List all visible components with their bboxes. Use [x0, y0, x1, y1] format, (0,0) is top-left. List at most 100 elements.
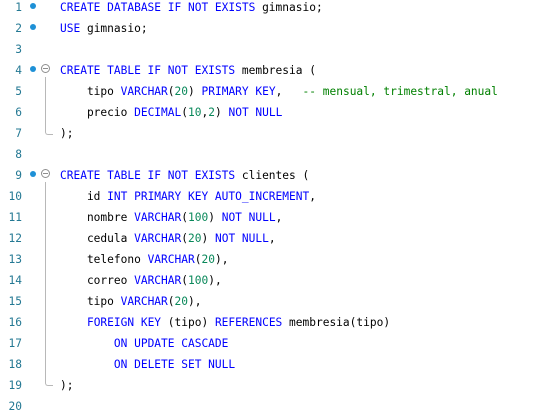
code-text[interactable]: USE gimnasio; — [60, 18, 148, 39]
code-line[interactable]: 1 CREATE DATABASE IF NOT EXISTS gimnasio; — [0, 0, 536, 18]
text-token: cedula — [60, 232, 135, 245]
keyword-token: VARCHAR — [134, 274, 182, 287]
line-number[interactable]: 9 — [0, 165, 22, 186]
breakpoint-dot-icon[interactable] — [30, 3, 36, 9]
line-number[interactable]: 15 — [0, 291, 22, 312]
code-line[interactable]: 5 tipo VARCHAR(20) PRIMARY KEY, -- mensu… — [0, 81, 536, 102]
text-token: , — [275, 85, 303, 98]
keyword-token: NOT NULL — [228, 106, 283, 119]
keyword-token: ON UPDATE CASCADE — [113, 337, 229, 350]
text-token: tipo — [60, 295, 121, 308]
line-number[interactable]: 5 — [0, 81, 22, 102]
text-token: membresia ( — [235, 64, 316, 77]
number-token: 10 — [188, 106, 202, 119]
code-line[interactable]: 16 FOREIGN KEY (tipo) REFERENCES membres… — [0, 312, 536, 333]
line-number[interactable]: 7 — [0, 123, 22, 144]
code-text[interactable]: CREATE DATABASE IF NOT EXISTS gimnasio; — [60, 0, 323, 18]
keyword-token: VARCHAR — [120, 295, 168, 308]
text-token: ( — [167, 85, 175, 98]
code-line[interactable]: 15 tipo VARCHAR(20), — [0, 291, 536, 312]
code-line[interactable]: 10 id INT PRIMARY KEY AUTO_INCREMENT, — [0, 186, 536, 207]
keyword-token: VARCHAR — [134, 211, 182, 224]
code-line[interactable]: 8 — [0, 144, 536, 165]
code-text[interactable]: FOREIGN KEY (tipo) REFERENCES membresia(… — [60, 312, 390, 333]
code-line[interactable]: 11 nombre VARCHAR(100) NOT NULL, — [0, 207, 536, 228]
line-number[interactable]: 17 — [0, 333, 22, 354]
code-line[interactable]: 6 precio DECIMAL(10,2) NOT NULL — [0, 102, 536, 123]
text-token: , — [275, 211, 283, 224]
line-number[interactable]: 20 — [0, 396, 22, 417]
text-token: ); — [60, 127, 74, 140]
keyword-token: NOT NULL — [221, 211, 276, 224]
number-token: 100 — [188, 211, 209, 224]
line-number[interactable]: 14 — [0, 270, 22, 291]
text-token: ), — [208, 274, 222, 287]
code-text[interactable]: correo VARCHAR(100), — [60, 270, 222, 291]
text-token: ( — [181, 232, 188, 245]
keyword-token: REFERENCES — [214, 316, 283, 329]
code-text[interactable]: CREATE TABLE IF NOT EXISTS membresia ( — [60, 60, 316, 81]
code-text[interactable]: ); — [60, 375, 73, 396]
text-token: ) — [188, 85, 202, 98]
code-text[interactable]: cedula VARCHAR(20) NOT NULL, — [60, 228, 276, 249]
code-line[interactable]: 19); — [0, 375, 536, 396]
fold-collapse-icon[interactable] — [41, 64, 50, 73]
line-number[interactable]: 11 — [0, 207, 22, 228]
code-text[interactable]: id INT PRIMARY KEY AUTO_INCREMENT, — [60, 186, 316, 207]
line-number[interactable]: 18 — [0, 354, 22, 375]
line-number[interactable]: 6 — [0, 102, 22, 123]
line-number[interactable]: 13 — [0, 249, 22, 270]
line-number[interactable]: 2 — [0, 18, 22, 39]
line-number[interactable]: 1 — [0, 0, 22, 18]
number-token: 100 — [188, 274, 209, 287]
text-token: gimnasio; — [255, 1, 323, 14]
breakpoint-dot-icon[interactable] — [30, 171, 36, 177]
fold-collapse-icon[interactable] — [41, 169, 50, 178]
code-line[interactable]: 3 — [0, 39, 536, 60]
keyword-token: ON DELETE SET NULL — [113, 358, 236, 371]
number-token: 20 — [174, 85, 189, 98]
code-text[interactable]: nombre VARCHAR(100) NOT NULL, — [60, 207, 282, 228]
code-line[interactable]: 9 CREATE TABLE IF NOT EXISTS clientes ( — [0, 165, 536, 186]
code-line[interactable]: 12 cedula VARCHAR(20) NOT NULL, — [0, 228, 536, 249]
code-text[interactable]: CREATE TABLE IF NOT EXISTS clientes ( — [60, 165, 309, 186]
code-line[interactable]: 18 ON DELETE SET NULL — [0, 354, 536, 375]
text-token: ) — [201, 232, 215, 245]
code-line[interactable]: 13 telefono VARCHAR(20), — [0, 249, 536, 270]
code-line[interactable]: 7); — [0, 123, 536, 144]
keyword-token: NOT NULL — [214, 232, 269, 245]
code-text[interactable]: tipo VARCHAR(20) PRIMARY KEY, -- mensual… — [60, 81, 498, 102]
sql-editor[interactable]: 1 CREATE DATABASE IF NOT EXISTS gimnasio;… — [0, 0, 536, 420]
code-text[interactable]: ON UPDATE CASCADE — [60, 333, 229, 354]
line-number[interactable]: 12 — [0, 228, 22, 249]
line-number[interactable]: 10 — [0, 186, 22, 207]
line-number[interactable]: 19 — [0, 375, 22, 396]
code-line[interactable]: 4 CREATE TABLE IF NOT EXISTS membresia ( — [0, 60, 536, 81]
line-number[interactable]: 3 — [0, 39, 22, 60]
keyword-token: PRIMARY KEY — [201, 85, 276, 98]
code-text[interactable]: telefono VARCHAR(20), — [60, 249, 229, 270]
code-text[interactable]: precio DECIMAL(10,2) NOT NULL — [60, 102, 282, 123]
text-token: gimnasio; — [80, 22, 148, 35]
code-line[interactable]: 20 — [0, 396, 536, 417]
line-number[interactable]: 8 — [0, 144, 22, 165]
line-number[interactable]: 16 — [0, 312, 22, 333]
keyword-token: DECIMAL — [134, 106, 182, 119]
text-token: ), — [188, 295, 202, 308]
keyword-token: USE — [60, 22, 81, 35]
code-line[interactable]: 14 correo VARCHAR(100), — [0, 270, 536, 291]
line-number[interactable]: 4 — [0, 60, 22, 81]
breakpoint-dot-icon[interactable] — [30, 66, 36, 72]
code-line[interactable]: 17 ON UPDATE CASCADE — [0, 333, 536, 354]
code-text[interactable]: tipo VARCHAR(20), — [60, 291, 202, 312]
code-line[interactable]: 2 USE gimnasio; — [0, 18, 536, 39]
breakpoint-dot-icon[interactable] — [30, 24, 36, 30]
text-token: (tipo) — [161, 316, 215, 329]
keyword-token: INT PRIMARY KEY AUTO_INCREMENT — [107, 190, 310, 203]
text-token: ( — [167, 295, 175, 308]
code-text[interactable]: ); — [60, 123, 73, 144]
code-text[interactable]: ON DELETE SET NULL — [60, 354, 235, 375]
